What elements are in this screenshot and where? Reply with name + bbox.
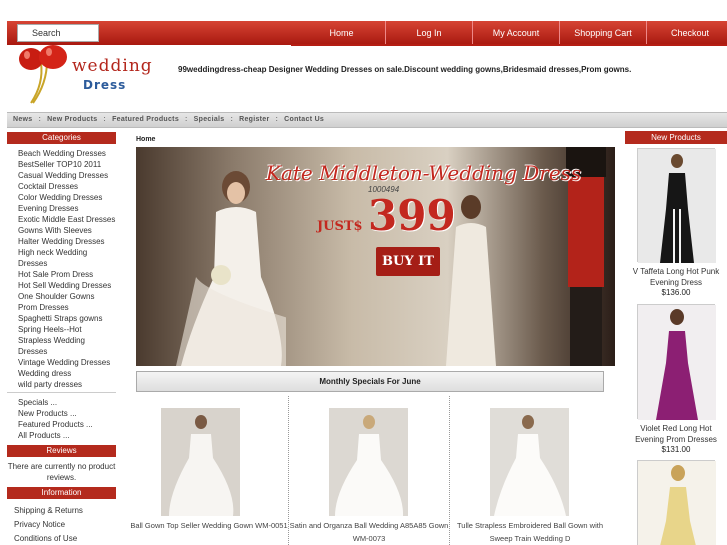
information-list: Shipping & Returns Privacy Notice Condit… <box>14 504 114 545</box>
specials-link[interactable]: Specials ... <box>18 397 118 408</box>
category-link[interactable]: Strapless Wedding <box>18 335 118 346</box>
separator: : <box>103 116 107 123</box>
product-price: $131.00 <box>661 445 691 454</box>
product-image[interactable] <box>637 460 716 545</box>
product-image[interactable] <box>329 408 408 516</box>
submenu-featured-products[interactable]: Featured Products <box>112 116 179 123</box>
submenu-register[interactable]: Register <box>239 116 269 123</box>
breadcrumb[interactable]: Home <box>136 136 155 143</box>
product-price: $136.00 <box>661 288 691 297</box>
banner-price: 399 <box>368 191 456 240</box>
category-link[interactable]: Spaghetti Straps gowns <box>18 313 118 324</box>
special-product-card[interactable]: Satin and Organza Ball Wedding A85A85 Go… <box>289 400 449 545</box>
category-link[interactable]: Color Wedding Dresses <box>18 192 118 203</box>
banner-title: Kate Middleton-Wedding Dress <box>266 161 582 185</box>
category-link[interactable]: Cocktail Dresses <box>18 181 118 192</box>
category-link[interactable]: One Shoulder Gowns <box>18 291 118 302</box>
product-links-list: Specials ... New Products ... Featured P… <box>18 397 118 441</box>
wedding-gown-icon <box>161 408 240 516</box>
evening-dress-icon <box>638 149 716 263</box>
logo-text-wedding: wedding <box>72 56 153 76</box>
submenu-specials[interactable]: Specials <box>194 116 225 123</box>
separator: : <box>38 116 42 123</box>
nav-my-account[interactable]: My Account <box>472 21 559 45</box>
information-heading: Information <box>7 487 116 499</box>
product-name[interactable]: V Taffeta Long Hot Punk Evening Dress <box>625 266 727 288</box>
buy-it-button[interactable]: BUY IT <box>376 247 440 276</box>
category-link[interactable]: Halter Wedding Dresses <box>18 236 118 247</box>
site-logo[interactable]: wedding Dress <box>17 43 152 105</box>
reviews-heading: Reviews <box>7 445 116 457</box>
nav-checkout[interactable]: Checkout <box>646 21 727 45</box>
submenu-new-products[interactable]: New Products <box>47 116 97 123</box>
nav-underline <box>291 44 727 46</box>
new-products-heading: New Products <box>625 131 727 144</box>
category-link[interactable]: Beach Wedding Dresses <box>18 148 118 159</box>
promo-banner[interactable]: Kate Middleton-Wedding Dress 1000494 JUS… <box>136 147 615 366</box>
product-image[interactable] <box>161 408 240 516</box>
shipping-returns-link[interactable]: Shipping & Returns <box>14 504 114 518</box>
all-products-link[interactable]: All Products ... <box>18 430 118 441</box>
featured-products-link[interactable]: Featured Products ... <box>18 419 118 430</box>
nav-login[interactable]: Log In <box>385 21 472 45</box>
product-image[interactable] <box>490 408 569 516</box>
product-name[interactable]: Ball Gown Top Seller Wedding Gown WM-005… <box>129 519 289 532</box>
separator: : <box>275 116 279 123</box>
logo-text-dress: Dress <box>83 78 127 92</box>
banner-price-prefix: JUST$ <box>317 219 363 234</box>
secondary-menu: News: New Products: Featured Products: Spec… <box>7 112 727 128</box>
top-navigation-bar: Search Home Log In My Account Shopping C… <box>7 21 727 45</box>
category-link[interactable]: Evening Dresses <box>18 203 118 214</box>
evening-dress-icon <box>638 305 716 420</box>
category-link[interactable]: Hot Sell Wedding Dresses <box>18 280 118 291</box>
wedding-gown-icon <box>490 408 569 516</box>
categories-heading: Categories <box>7 132 116 144</box>
site-tagline: 99weddingdress-cheap Designer Wedding Dr… <box>178 65 632 74</box>
category-link[interactable]: wild party dresses <box>18 379 118 390</box>
product-name[interactable]: Violet Red Long Hot Evening Prom Dresses <box>625 423 727 445</box>
separator: : <box>185 116 188 123</box>
new-product-card[interactable]: Violet Red Long Hot Evening Prom Dresses… <box>625 304 727 454</box>
category-link[interactable]: Hot Sale Prom Dress <box>18 269 118 280</box>
new-product-card[interactable] <box>625 460 727 545</box>
category-link[interactable]: Exotic Middle East Dresses <box>18 214 118 225</box>
nav-shopping-cart[interactable]: Shopping Cart <box>559 21 646 45</box>
special-product-card[interactable]: Ball Gown Top Seller Wedding Gown WM-005… <box>129 400 289 545</box>
category-list: Beach Wedding Dresses BestSeller TOP10 2… <box>18 148 118 390</box>
submenu-contact-us[interactable]: Contact Us <box>284 116 324 123</box>
product-name[interactable]: Satin and Organza Ball Wedding A85A85 Go… <box>289 519 449 545</box>
product-name[interactable]: Tulle Strapless Embroidered Ball Gown wi… <box>450 519 610 545</box>
monthly-specials-heading: Monthly Specials For June <box>136 371 604 392</box>
submenu-news[interactable]: News <box>13 116 33 123</box>
category-link[interactable]: Wedding dress <box>18 368 118 379</box>
wedding-gown-icon <box>329 408 408 516</box>
main-nav: Home Log In My Account Shopping Cart Che… <box>298 21 727 45</box>
product-image[interactable] <box>637 148 716 263</box>
category-link[interactable]: Spring Heels--Hot <box>18 324 118 335</box>
category-link[interactable]: Vintage Wedding Dresses <box>18 357 118 368</box>
separator: : <box>230 116 234 123</box>
conditions-of-use-link[interactable]: Conditions of Use <box>14 532 114 545</box>
search-input[interactable]: Search <box>17 24 99 42</box>
divider <box>7 392 116 393</box>
category-link[interactable]: Dresses <box>18 258 118 269</box>
category-link[interactable]: Gowns With Sleeves <box>18 225 118 236</box>
reviews-empty-message: There are currently no product reviews. <box>7 462 116 482</box>
product-image[interactable] <box>637 304 716 420</box>
evening-dress-icon <box>638 461 716 545</box>
new-product-card[interactable]: V Taffeta Long Hot Punk Evening Dress $1… <box>625 148 727 297</box>
bride-figure-image <box>176 171 286 366</box>
special-product-card[interactable]: Tulle Strapless Embroidered Ball Gown wi… <box>450 400 610 545</box>
category-link[interactable]: Prom Dresses <box>18 302 118 313</box>
cherry-icon <box>19 45 67 104</box>
category-link[interactable]: Dresses <box>18 346 118 357</box>
nav-home[interactable]: Home <box>298 21 385 45</box>
new-products-link[interactable]: New Products ... <box>18 408 118 419</box>
privacy-notice-link[interactable]: Privacy Notice <box>14 518 114 532</box>
category-link[interactable]: Casual Wedding Dresses <box>18 170 118 181</box>
category-link[interactable]: High neck Wedding <box>18 247 118 258</box>
category-link[interactable]: BestSeller TOP10 2011 <box>18 159 118 170</box>
